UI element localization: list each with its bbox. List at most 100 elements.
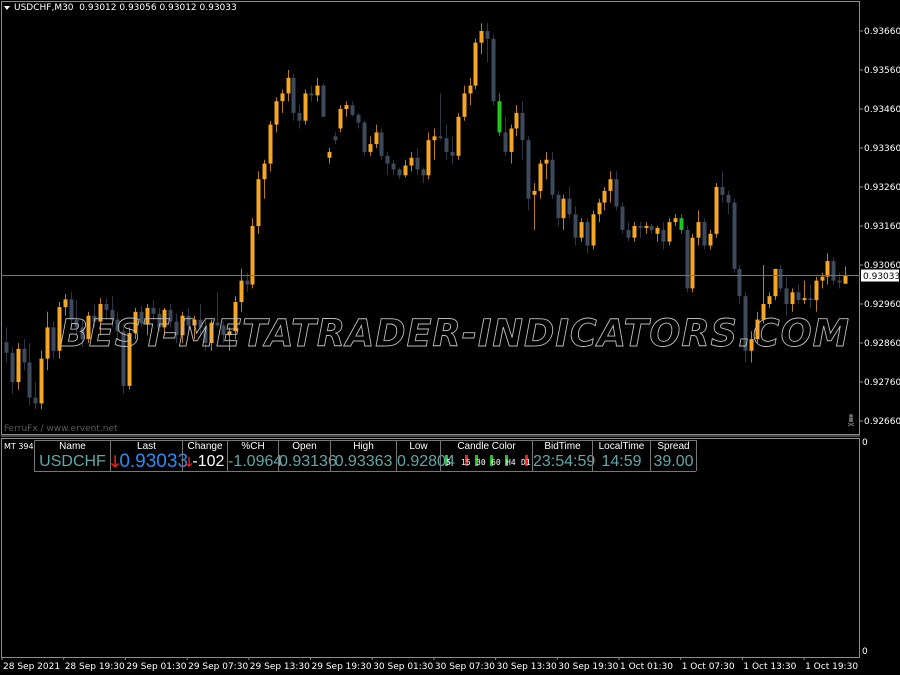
candle-body bbox=[356, 114, 361, 123]
candle-body bbox=[837, 280, 842, 283]
candle-body bbox=[286, 77, 291, 94]
candle-body bbox=[632, 226, 637, 238]
candle bbox=[514, 105, 519, 137]
candle bbox=[679, 214, 684, 234]
candle-body bbox=[679, 218, 684, 230]
candle bbox=[509, 124, 514, 164]
header-open: Open bbox=[278, 440, 330, 453]
candle bbox=[673, 214, 678, 226]
candle bbox=[274, 97, 279, 133]
candle-body bbox=[350, 105, 355, 115]
candle bbox=[403, 159, 408, 178]
candle-body bbox=[778, 268, 783, 289]
candle-body bbox=[309, 93, 314, 96]
chart-header: USDCHF,M30 0.93012 0.93056 0.93012 0.930… bbox=[4, 3, 237, 13]
symbol-timeframe: USDCHF,M30 bbox=[14, 3, 74, 13]
candle bbox=[374, 124, 379, 148]
candle-body bbox=[573, 214, 578, 238]
candle bbox=[385, 151, 390, 176]
candle-body bbox=[661, 229, 666, 242]
candle-body bbox=[644, 226, 649, 228]
candle bbox=[497, 93, 502, 137]
y-tick-label: 0.93160 bbox=[864, 222, 900, 232]
candle bbox=[321, 83, 326, 117]
candle bbox=[644, 222, 649, 234]
candle bbox=[327, 148, 332, 164]
value-high: 0.93363 bbox=[330, 453, 396, 471]
candle bbox=[526, 136, 531, 211]
candle-body bbox=[51, 327, 56, 351]
candle-body bbox=[538, 163, 543, 191]
x-tick-label: 1 Oct 19:30 bbox=[805, 662, 858, 672]
candle bbox=[303, 89, 308, 125]
candle-body bbox=[456, 116, 461, 156]
collapse-triangle-icon[interactable] bbox=[4, 5, 10, 10]
x-tick-label: 29 Sep 01:30 bbox=[126, 662, 186, 672]
table-bottom-border bbox=[34, 471, 696, 472]
x-tick-label: 28 Sep 19:30 bbox=[65, 662, 125, 672]
candle-body bbox=[415, 157, 420, 170]
candle bbox=[415, 148, 420, 176]
candle bbox=[39, 350, 44, 410]
candle bbox=[831, 257, 836, 285]
candle bbox=[438, 93, 443, 141]
candle bbox=[503, 116, 508, 156]
candle bbox=[16, 343, 21, 390]
indicator-credit: FerruFx / www.ervent.net bbox=[4, 424, 118, 434]
price-chart[interactable]: 0.93660 0.93560 0.93460 0.93360 0.93260 0.931… bbox=[0, 0, 900, 675]
candle-body bbox=[497, 101, 502, 133]
candle bbox=[778, 265, 783, 293]
candle-body bbox=[4, 342, 9, 353]
candle-body bbox=[796, 292, 801, 301]
candle-body bbox=[104, 304, 109, 310]
candle bbox=[4, 327, 9, 363]
candle bbox=[350, 101, 355, 117]
candle bbox=[485, 23, 490, 63]
candle-body bbox=[362, 122, 367, 152]
candle bbox=[45, 311, 50, 371]
x-tick-label: 30 Sep 13:30 bbox=[497, 662, 557, 672]
candle-body bbox=[773, 268, 778, 297]
candle-body bbox=[526, 140, 531, 199]
candle-color-label: 15 bbox=[461, 458, 471, 467]
candle bbox=[291, 73, 296, 121]
candle bbox=[315, 77, 320, 102]
candle-body bbox=[597, 202, 602, 215]
candle bbox=[638, 222, 643, 238]
candle bbox=[473, 38, 478, 90]
candle-body bbox=[591, 214, 596, 246]
candle-body bbox=[825, 261, 830, 277]
candle bbox=[520, 101, 525, 160]
candle bbox=[309, 85, 314, 102]
candle-body bbox=[397, 169, 402, 176]
value-localtime: 14:59 bbox=[592, 453, 650, 471]
candle-body bbox=[315, 85, 320, 96]
candle-body bbox=[391, 163, 396, 170]
candle bbox=[591, 210, 596, 250]
candle-body bbox=[16, 348, 21, 382]
header-candle-color: Candle Color bbox=[440, 440, 532, 453]
price-axis: 0.93660 0.93560 0.93460 0.93360 0.93260 0.931… bbox=[860, 27, 900, 427]
candle-color-label: D1 bbox=[521, 458, 531, 467]
candle bbox=[579, 218, 584, 242]
candle-body bbox=[509, 128, 514, 152]
candle bbox=[608, 171, 613, 203]
candle-body bbox=[274, 101, 279, 125]
y-tick-label: 0.93060 bbox=[864, 261, 900, 271]
candle-color-label: 60 bbox=[491, 458, 501, 467]
candle-body bbox=[520, 112, 525, 141]
expert-advisor-icon[interactable] bbox=[847, 414, 855, 427]
candle bbox=[632, 222, 637, 242]
x-tick-label: 30 Sep 01:30 bbox=[373, 662, 433, 672]
value-low: 0.92804 bbox=[396, 453, 455, 471]
candle-body bbox=[333, 136, 338, 141]
candle-body bbox=[714, 187, 719, 234]
candle-body bbox=[649, 226, 654, 230]
candle bbox=[538, 159, 543, 199]
candle bbox=[667, 218, 672, 246]
header-pct-change: %CH bbox=[227, 440, 278, 453]
candle bbox=[250, 218, 255, 289]
candle bbox=[573, 206, 578, 246]
candle-body bbox=[503, 132, 508, 152]
candle bbox=[421, 167, 426, 184]
